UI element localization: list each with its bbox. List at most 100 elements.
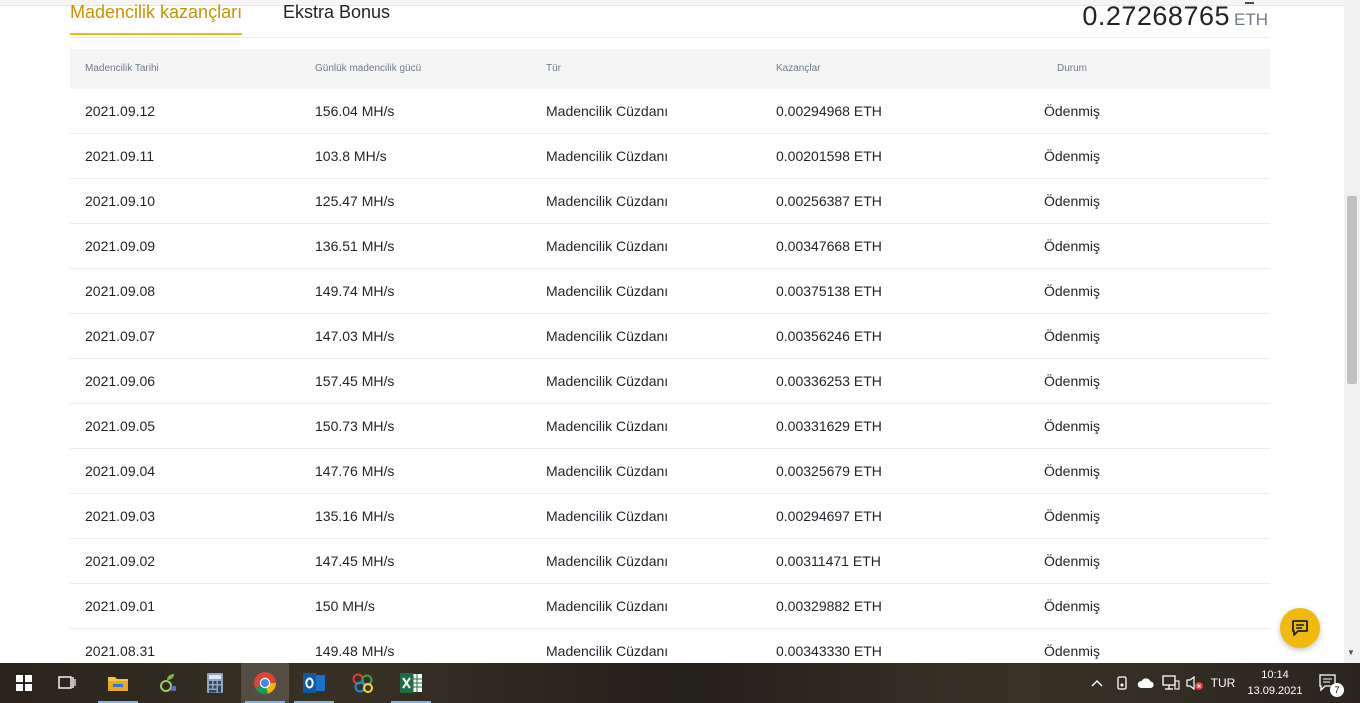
- cell-daily-hashrate: 147.03 MH/s: [315, 328, 395, 344]
- language-indicator[interactable]: TUR: [1208, 663, 1238, 703]
- plant-app-icon[interactable]: [144, 663, 192, 703]
- table-row: 2021.09.11 103.8 MH/s Madencilik Cüzdanı 0.…: [70, 134, 1270, 179]
- table-row: 2021.09.08 149.74 MH/s Madencilik Cüzdanı 0…: [70, 269, 1270, 314]
- network-icon[interactable]: [1160, 663, 1182, 703]
- windows-start-icon[interactable]: [0, 663, 48, 703]
- notification-count-badge: 7: [1330, 683, 1344, 697]
- total-earnings: 0.27268765 ETH: [1082, 1, 1268, 32]
- scrollbar-thumb[interactable]: [1347, 196, 1357, 384]
- cell-daily-hashrate: 147.45 MH/s: [315, 553, 395, 569]
- cell-status: Ödenmiş: [1044, 193, 1101, 209]
- cell-earnings: 0.00329882 ETH: [776, 598, 882, 614]
- table-row: 2021.09.09 136.51 MH/s Madencilik Cüzdanı 0…: [70, 224, 1270, 269]
- cell-earnings: 0.00336253 ETH: [776, 373, 882, 389]
- cell-earnings: 0.00347668 ETH: [776, 238, 882, 254]
- cell-type: Madencilik Cüzdanı: [546, 103, 669, 119]
- taskbar-clock[interactable]: 10:14 13.09.2021: [1240, 667, 1310, 699]
- header-mining-date: Madencilik Tarihi: [85, 63, 159, 74]
- colorful-app-icon[interactable]: [339, 663, 387, 703]
- cell-status: Ödenmiş: [1044, 418, 1101, 434]
- cell-daily-hashrate: 150 MH/s: [315, 598, 375, 614]
- cell-mining-date: 2021.09.10: [85, 193, 156, 209]
- calculator-icon[interactable]: [191, 663, 239, 703]
- header-earnings: Kazançlar: [776, 63, 821, 74]
- cell-mining-date: 2021.09.09: [85, 238, 156, 254]
- cell-status: Ödenmiş: [1044, 283, 1101, 299]
- onedrive-icon[interactable]: [1135, 663, 1157, 703]
- cell-mining-date: 2021.09.07: [85, 328, 156, 344]
- table-row: 2021.09.06 157.45 MH/s Madencilik Cüzdanı 0…: [70, 359, 1270, 404]
- support-chat-button[interactable]: [1280, 608, 1320, 648]
- cell-earnings: 0.00311471 ETH: [776, 553, 881, 569]
- outlook-icon[interactable]: [290, 663, 338, 703]
- cell-mining-date: 2021.09.03: [85, 508, 156, 524]
- table-row: 2021.09.03 135.16 MH/s Madencilik Cüzdanı 0…: [70, 494, 1270, 539]
- table-row: 2021.09.01 150 MH/s Madencilik Cüzdanı 0.00…: [70, 584, 1270, 629]
- windows-taskbar: TUR 10:14 13.09.2021 7: [0, 663, 1360, 703]
- cell-earnings: 0.00201598 ETH: [776, 148, 882, 164]
- table-row: 2021.09.04 147.76 MH/s Madencilik Cüzdanı 0…: [70, 449, 1270, 494]
- cell-status: Ödenmiş: [1044, 328, 1101, 344]
- volume-muted-icon[interactable]: [1184, 663, 1206, 703]
- table-row: 2021.09.05 150.73 MH/s Madencilik Cüzdanı 0…: [70, 404, 1270, 449]
- action-center-icon[interactable]: 7: [1316, 663, 1344, 703]
- chrome-icon[interactable]: [241, 663, 289, 703]
- cell-earnings: 0.00325679 ETH: [776, 463, 882, 479]
- clock-date: 13.09.2021: [1247, 685, 1303, 697]
- cell-mining-date: 2021.09.04: [85, 463, 156, 479]
- cell-mining-date: 2021.09.05: [85, 418, 156, 434]
- total-earnings-currency: ETH: [1234, 10, 1268, 29]
- cell-daily-hashrate: 147.76 MH/s: [315, 463, 395, 479]
- table-header: Madencilik Tarihi Günlük madencilik gücü…: [70, 49, 1270, 89]
- cell-mining-date: 2021.09.01: [85, 598, 156, 614]
- cell-status: Ödenmiş: [1044, 598, 1101, 614]
- cell-earnings: 0.00294697 ETH: [776, 508, 882, 524]
- cell-type: Madencilik Cüzdanı: [546, 418, 669, 434]
- cell-status: Ödenmiş: [1044, 508, 1101, 524]
- cell-status: Ödenmiş: [1044, 553, 1101, 569]
- cell-mining-date: 2021.09.06: [85, 373, 156, 389]
- cell-mining-date: 2021.09.12: [85, 103, 156, 119]
- cell-daily-hashrate: 135.16 MH/s: [315, 508, 395, 524]
- table-row: 2021.09.02 147.45 MH/s Madencilik Cüzdanı 0…: [70, 539, 1270, 584]
- cell-daily-hashrate: 103.8 MH/s: [315, 148, 387, 164]
- cell-daily-hashrate: 136.51 MH/s: [315, 238, 395, 254]
- chat-icon: [1292, 620, 1308, 636]
- cell-type: Madencilik Cüzdanı: [546, 553, 669, 569]
- file-explorer-icon[interactable]: [94, 663, 142, 703]
- device-tray-icon[interactable]: [1112, 663, 1132, 703]
- table-row: 2021.09.12 156.04 MH/s Madencilik Cüzdanı 0…: [70, 89, 1270, 134]
- cell-status: Ödenmiş: [1044, 373, 1101, 389]
- table-row: 2021.09.07 147.03 MH/s Madencilik Cüzdanı 0…: [70, 314, 1270, 359]
- cell-type: Madencilik Cüzdanı: [546, 148, 669, 164]
- tab-mining-earnings[interactable]: Madencilik kazançları: [70, 2, 243, 35]
- cell-mining-date: 2021.09.08: [85, 283, 156, 299]
- cell-earnings: 0.00294968 ETH: [776, 103, 882, 119]
- cell-mining-date: 2021.09.11: [85, 148, 155, 164]
- tab-extra-bonus[interactable]: Ekstra Bonus: [283, 2, 390, 23]
- show-hidden-icons-icon[interactable]: [1088, 663, 1106, 703]
- cell-status: Ödenmiş: [1044, 148, 1101, 164]
- cell-daily-hashrate: 156.04 MH/s: [315, 103, 395, 119]
- total-earnings-value: 0.27268765: [1082, 1, 1230, 31]
- cell-type: Madencilik Cüzdanı: [546, 283, 669, 299]
- cell-earnings: 0.00256387 ETH: [776, 193, 882, 209]
- cell-earnings: 0.00375138 ETH: [776, 283, 882, 299]
- cell-daily-hashrate: 157.45 MH/s: [315, 373, 395, 389]
- task-view-icon[interactable]: [43, 663, 91, 703]
- earnings-table: Madencilik Tarihi Günlük madencilik gücü…: [70, 49, 1270, 674]
- cell-type: Madencilik Cüzdanı: [546, 598, 669, 614]
- cell-earnings: 0.00331629 ETH: [776, 418, 882, 434]
- header-status: Durum: [1057, 63, 1088, 74]
- excel-icon[interactable]: [387, 663, 435, 703]
- page-scrollbar[interactable]: ▼: [1344, 0, 1360, 663]
- cell-daily-hashrate: 125.47 MH/s: [315, 193, 395, 209]
- cell-status: Ödenmiş: [1044, 463, 1101, 479]
- cell-type: Madencilik Cüzdanı: [546, 463, 669, 479]
- cell-earnings: 0.00356246 ETH: [776, 328, 882, 344]
- cell-type: Madencilik Cüzdanı: [546, 238, 669, 254]
- table-body: 2021.09.12 156.04 MH/s Madencilik Cüzdanı 0…: [70, 89, 1270, 674]
- cell-status: Ödenmiş: [1044, 238, 1101, 254]
- cell-type: Madencilik Cüzdanı: [546, 373, 669, 389]
- scroll-down-arrow-icon[interactable]: ▼: [1347, 648, 1355, 657]
